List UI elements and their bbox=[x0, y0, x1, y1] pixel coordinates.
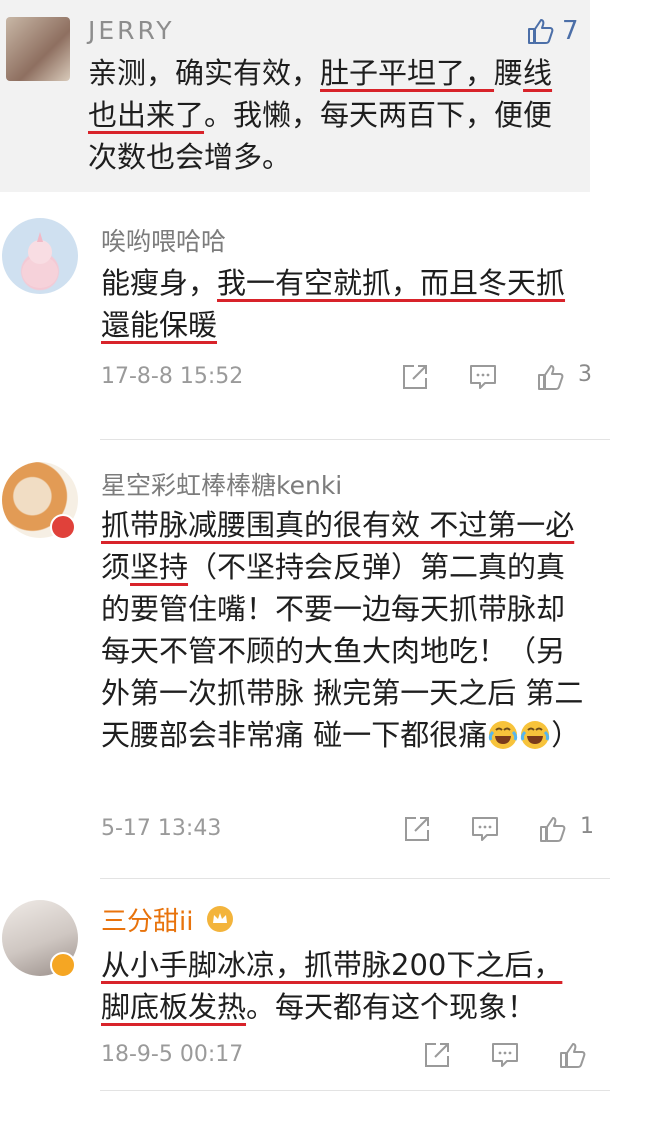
comment-item-3: 星空彩虹棒棒糖kenki 抓带脉减腰围真的很有效 不过第一必须坚持（不坚持会反弹… bbox=[0, 442, 659, 879]
divider bbox=[100, 1090, 610, 1091]
like-button[interactable]: 3 bbox=[536, 362, 596, 394]
comment-text-run: ） bbox=[551, 718, 581, 752]
timestamp: 18-9-5 00:17 bbox=[101, 1042, 244, 1067]
thumbs-up-icon bbox=[540, 817, 566, 842]
username[interactable]: 星空彩虹棒棒糖kenki bbox=[101, 466, 342, 502]
comment-text-run: 腰 bbox=[494, 56, 524, 90]
username[interactable]: JERRY bbox=[88, 16, 175, 45]
comment-text: 抓带脉减腰围真的很有效 不过第一必须坚持（不坚持会反弹）第二真的真的要管住嘴！不… bbox=[101, 504, 587, 756]
timestamp: 5-17 13:43 bbox=[101, 816, 222, 841]
underlined-text: 从小手脚冰凉，抓带脉200下之后， bbox=[101, 948, 563, 982]
underlined-text: 脚底板发热 bbox=[101, 990, 247, 1024]
comment-item-1: JERRY 7 亲测，确实有效，肚子平坦了，腰线也出来了。我懒，每天两百下，便便… bbox=[0, 0, 590, 192]
comment-icon[interactable] bbox=[470, 814, 500, 844]
thumbs-up-icon bbox=[538, 365, 564, 390]
comment-text-run: 。每天都有这个现象！ bbox=[246, 990, 537, 1024]
comment-icon[interactable] bbox=[490, 1040, 520, 1070]
timestamp: 17-8-8 15:52 bbox=[101, 364, 244, 389]
divider bbox=[100, 878, 610, 879]
comment-icon[interactable] bbox=[468, 362, 498, 392]
like-button[interactable]: 1 bbox=[538, 814, 598, 846]
underlined-text: 我一有空就抓，而且冬天抓 bbox=[217, 266, 566, 300]
crying-laughing-emoji bbox=[487, 719, 519, 751]
avatar[interactable] bbox=[2, 218, 78, 294]
thumbs-up-icon[interactable] bbox=[558, 1040, 588, 1070]
underlined-text: 還能保暖 bbox=[101, 308, 218, 342]
like-count: 3 bbox=[578, 362, 592, 387]
verified-badge-icon bbox=[50, 952, 76, 978]
underlined-text: 坚持 bbox=[130, 550, 189, 584]
underlined-text: 肚子平坦了， bbox=[320, 56, 495, 90]
crying-laughing-emoji bbox=[519, 719, 551, 751]
thumbs-up-icon bbox=[528, 19, 554, 44]
share-icon[interactable] bbox=[422, 1040, 452, 1070]
comment-text-run: 亲测，确实有效， bbox=[88, 56, 321, 90]
comment-text-run: 须 bbox=[101, 550, 131, 584]
username[interactable]: 三分甜ii bbox=[101, 907, 193, 937]
comment-text: 能瘦身，我一有空就抓，而且冬天抓還能保暖 bbox=[101, 262, 591, 346]
underlined-text: 抓带脉减腰围真的很有效 不过第一必 bbox=[101, 508, 575, 542]
divider bbox=[100, 439, 610, 440]
username[interactable]: 唉哟喂哈哈 bbox=[101, 222, 226, 258]
avatar[interactable] bbox=[6, 17, 70, 81]
comment-text-run: 能瘦身， bbox=[101, 266, 218, 300]
comment-text: 从小手脚冰凉，抓带脉200下之后， 脚底板发热。每天都有这个现象！ bbox=[101, 944, 591, 1028]
comment-item-2: 唉哟喂哈哈 能瘦身，我一有空就抓，而且冬天抓還能保暖 17-8-8 15:52 … bbox=[0, 192, 659, 442]
share-icon[interactable] bbox=[402, 814, 432, 844]
like-count: 1 bbox=[580, 814, 594, 839]
red-badge-icon bbox=[50, 514, 76, 540]
crown-icon bbox=[206, 906, 233, 932]
comment-text: 亲测，确实有效，肚子平坦了，腰线也出来了。我懒，每天两百下，便便次数也会增多。 bbox=[88, 52, 568, 178]
like-button[interactable]: 7 bbox=[526, 16, 586, 48]
like-count: 7 bbox=[562, 16, 579, 46]
comment-item-4: 三分甜ii 从小手脚冰凉，抓带脉200下之后， 脚底板发热。每天都有这个现象！ 1… bbox=[0, 880, 659, 1091]
share-icon[interactable] bbox=[400, 362, 430, 392]
